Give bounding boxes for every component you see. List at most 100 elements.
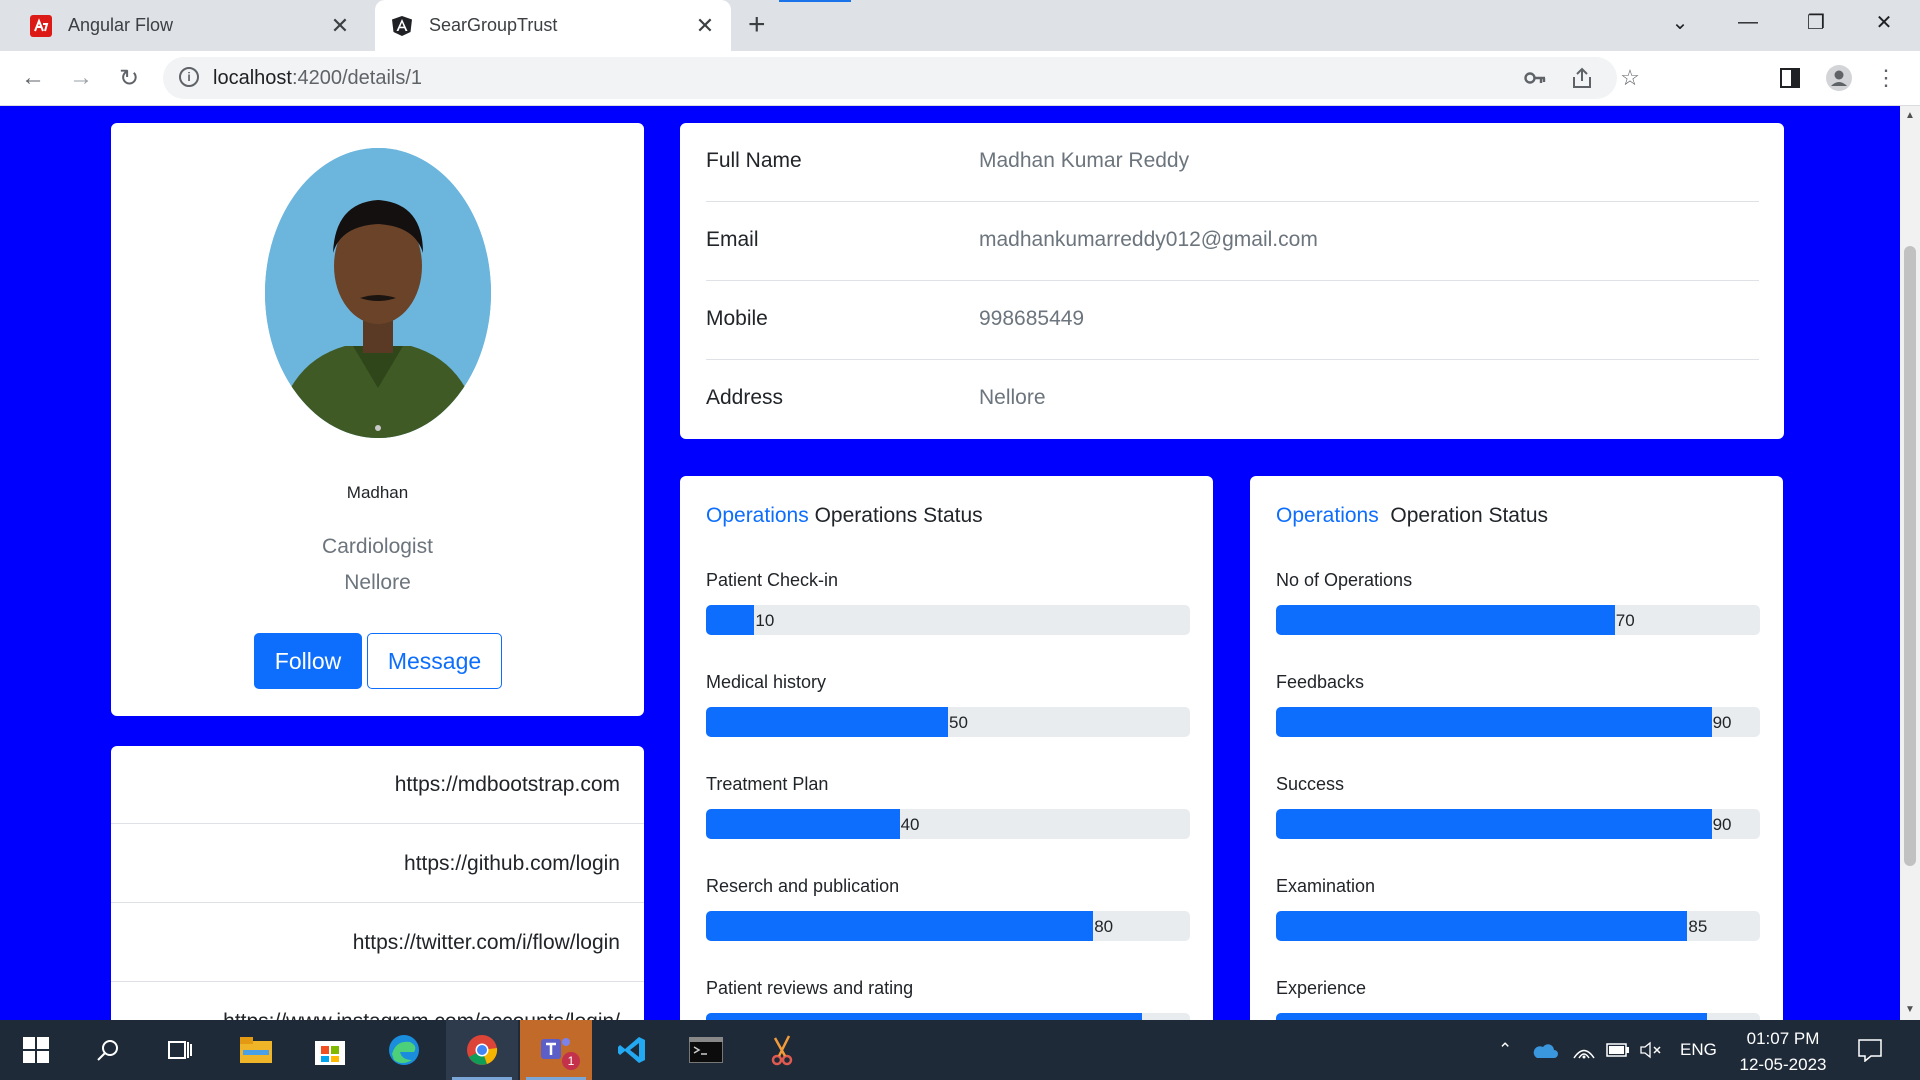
show-hidden-icons-icon[interactable]: ⌃ — [1498, 1020, 1512, 1080]
progress-value: 40 — [900, 815, 920, 834]
microsoft-store-icon[interactable] — [294, 1020, 366, 1080]
metric-label: Success — [1276, 774, 1345, 794]
metric-label: Examination — [1276, 876, 1376, 896]
windows-taskbar: 1 ⌃ ENG 01:07 PM 12-05-2023 — [0, 1020, 1920, 1080]
new-tab-button[interactable]: + — [748, 8, 766, 42]
progress-bar: 90 — [1276, 707, 1760, 737]
reload-icon[interactable]: ↻ — [114, 63, 144, 93]
scroll-up-icon[interactable]: ▲ — [1900, 110, 1920, 121]
detail-row-mobile: Mobile 998685449 — [706, 281, 1759, 360]
page-scrollbar[interactable]: ▲ ▼ — [1900, 106, 1920, 1020]
battery-icon[interactable] — [1606, 1020, 1630, 1080]
tab-search-icon[interactable]: ⌄ — [1652, 0, 1708, 44]
progress-fill — [706, 707, 948, 737]
snipping-tool-icon[interactable] — [746, 1020, 818, 1080]
metric-experience: Experience 89 — [1276, 978, 1760, 1020]
progress-value: 80 — [1094, 917, 1114, 936]
metric-label: Experience — [1276, 978, 1367, 998]
file-explorer-icon[interactable] — [220, 1020, 292, 1080]
taskbar-clock[interactable]: 01:07 PM 12-05-2023 — [1720, 1026, 1846, 1078]
detail-label: Address — [706, 386, 784, 409]
progress-fill — [1276, 1013, 1707, 1020]
metric-label: Medical history — [706, 672, 827, 692]
metric-treatment-plan: Treatment Plan 40 — [706, 774, 1190, 839]
tab-angular-flow[interactable]: Angular Flow ✕ — [0, 0, 366, 51]
progress-bar: 89 — [1276, 1013, 1760, 1020]
input-language[interactable]: ENG — [1680, 1020, 1717, 1080]
progress-bar: 90 — [1276, 809, 1760, 839]
metric-label: Patient Check-in — [706, 570, 839, 590]
scroll-thumb[interactable] — [1904, 246, 1916, 866]
progress-bar: 85 — [1276, 911, 1760, 941]
detail-label: Full Name — [706, 149, 802, 172]
operations-card-heading: Operations Operation Status — [1276, 504, 1548, 528]
link-twitter[interactable]: https://twitter.com/i/flow/login — [111, 904, 644, 982]
window-close-icon[interactable]: ✕ — [1856, 0, 1912, 44]
detail-row-address: Address Nellore — [706, 360, 1759, 439]
site-info-icon[interactable]: i — [179, 67, 199, 87]
progress-value: 90 — [1712, 713, 1732, 732]
metric-examination: Examination 85 — [1276, 876, 1760, 941]
menu-kebab-icon[interactable]: ⋮ — [1872, 64, 1900, 92]
clock-date: 12-05-2023 — [1739, 1055, 1827, 1074]
metric-label: Feedbacks — [1276, 672, 1365, 692]
teams-icon[interactable]: 1 — [520, 1020, 592, 1080]
metric-research-publication: Reserch and publication 80 — [706, 876, 1190, 941]
social-links-card: https://mdbootstrap.com https://github.c… — [111, 746, 644, 1020]
operations-title: Operation Status — [1390, 504, 1548, 527]
tab-title: SearGroupTrust — [429, 15, 558, 35]
metric-medical-history: Medical history 50 — [706, 672, 1190, 737]
wifi-icon[interactable] — [1573, 1020, 1595, 1080]
back-icon[interactable]: ← — [18, 63, 48, 93]
progress-fill — [706, 1013, 1142, 1020]
browser-tab-strip: Angular Flow ✕ SearGroupTrust ✕ + ⌄ — ❐ … — [0, 0, 1920, 51]
link-github[interactable]: https://github.com/login — [111, 825, 644, 903]
restore-icon[interactable]: ❐ — [1788, 0, 1844, 44]
tab-seargrouptrust[interactable]: SearGroupTrust ✕ — [375, 0, 731, 51]
angular-icon — [391, 15, 413, 37]
chrome-icon[interactable] — [446, 1020, 518, 1080]
details-card: Full Name Madhan Kumar Reddy Email madha… — [680, 123, 1784, 439]
search-icon[interactable] — [72, 1020, 144, 1080]
link-instagram[interactable]: https://www.instagram.com/accounts/login… — [111, 983, 644, 1020]
progress-value: 90 — [1712, 815, 1732, 834]
link-mdbootstrap[interactable]: https://mdbootstrap.com — [111, 746, 644, 824]
volume-muted-icon[interactable] — [1640, 1020, 1662, 1080]
windows-start-icon[interactable] — [0, 1020, 72, 1080]
close-icon[interactable]: ✕ — [693, 13, 717, 39]
profile-avatar-icon[interactable] — [1825, 64, 1853, 92]
close-icon[interactable]: ✕ — [328, 13, 352, 39]
key-icon[interactable] — [1521, 64, 1549, 92]
profile-role: Cardiologist — [322, 535, 433, 558]
profile-card: Madhan Cardiologist Nellore Follow Messa… — [111, 123, 644, 716]
vscode-icon[interactable] — [596, 1020, 668, 1080]
operations-status-card: Operations Operations Status Patient Che… — [680, 476, 1213, 1020]
minimize-icon[interactable]: — — [1720, 0, 1776, 44]
metric-label: Patient reviews and rating — [706, 978, 914, 998]
progress-bar: 90 — [706, 1013, 1190, 1020]
forward-icon[interactable]: → — [66, 63, 96, 93]
onedrive-icon[interactable] — [1532, 1020, 1558, 1080]
bookmark-star-icon[interactable]: ☆ — [1616, 64, 1644, 92]
metric-feedbacks: Feedbacks 90 — [1276, 672, 1760, 737]
metric-success: Success 90 — [1276, 774, 1760, 839]
progress-bar: 70 — [1276, 605, 1760, 635]
notifications-icon[interactable] — [1857, 1020, 1883, 1080]
message-button[interactable]: Message — [367, 633, 502, 689]
metric-label: Treatment Plan — [706, 774, 829, 794]
follow-button[interactable]: Follow — [254, 633, 362, 689]
share-icon[interactable] — [1568, 64, 1596, 92]
side-panel-icon[interactable] — [1776, 64, 1804, 92]
metric-label: No of Operations — [1276, 570, 1413, 590]
detail-value: Nellore — [979, 386, 1046, 409]
terminal-icon[interactable] — [670, 1020, 742, 1080]
address-bar[interactable]: i localhost:4200/details/1 ☆ — [163, 57, 1640, 99]
url-text[interactable]: localhost:4200/details/1 — [213, 67, 422, 90]
progress-value: 70 — [1615, 611, 1635, 630]
scroll-down-icon[interactable]: ▼ — [1900, 1004, 1920, 1015]
progress-fill — [1276, 707, 1712, 737]
edge-icon[interactable] — [368, 1020, 440, 1080]
task-view-icon[interactable] — [144, 1020, 216, 1080]
detail-label: Mobile — [706, 307, 768, 330]
avatar — [265, 148, 491, 438]
